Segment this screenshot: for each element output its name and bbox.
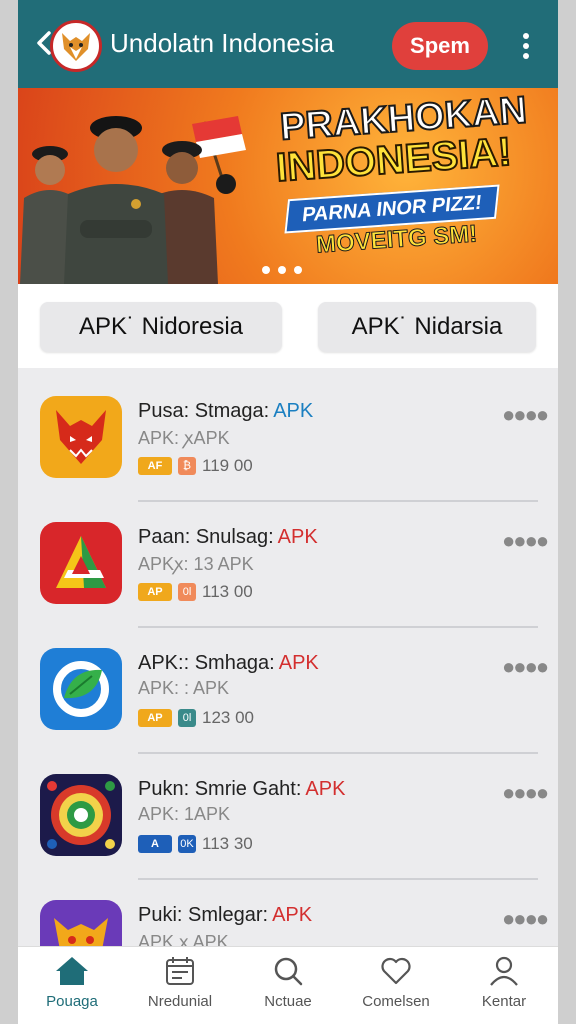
app-meta: AF ₿ 119 00 (138, 456, 253, 476)
carousel-dot[interactable] (262, 266, 270, 274)
home-icon (56, 957, 88, 985)
app-size: 119 00 (202, 456, 253, 475)
category-badge: 0l (178, 709, 196, 727)
app-meta: AP 0l 113 00 (138, 582, 253, 602)
spem-button[interactable]: Spem (392, 22, 488, 70)
purple-beast-app-icon (40, 900, 122, 946)
chip-apk-nidoresia[interactable]: APK˙ Nidoresia (40, 302, 282, 352)
list-item[interactable]: Paan: Snulsag: APK APKꭗ: 13 APK AP 0l 113… (18, 502, 558, 628)
heart-icon (381, 957, 411, 985)
carousel-dot[interactable] (294, 266, 302, 274)
nav-item-profile[interactable]: Kentar (450, 955, 558, 1021)
app-subtitle: APK: ꭗAPK (138, 428, 230, 448)
app-name: Paan: Snulsag: APK (138, 526, 318, 548)
nav-label: Kentar (481, 993, 527, 1010)
app-size: 113 30 (202, 834, 253, 853)
more-options-icon[interactable]: ●●●● (502, 402, 549, 428)
app-meta: A 0K 113 30 (138, 834, 253, 854)
bottom-navigation: Pouaga Nredunial Nctuae Comelsen Kentar (18, 946, 558, 1024)
app-meta: AP 0l 123 00 (138, 708, 254, 728)
circle-emblem-app-icon (40, 774, 122, 856)
nav-item-search[interactable]: Nctuae (234, 955, 342, 1021)
app-subtitle: APK: : APK (138, 678, 230, 698)
type-badge: AP (138, 583, 172, 601)
app-subtitle: APK ꭗ APK (138, 932, 229, 946)
list-item[interactable]: Puki: Smlegar: APK APK ꭗ APK ●●●● (18, 880, 558, 946)
nav-item-favorites[interactable]: Comelsen (342, 955, 450, 1021)
user-icon (490, 956, 518, 986)
list-item[interactable]: Pukn: Smrie Gaht: APK APK: 1APK A 0K 113 … (18, 754, 558, 880)
type-badge: A (138, 835, 172, 853)
type-badge: AP (138, 709, 172, 727)
kebab-menu-icon[interactable] (514, 30, 538, 62)
chip-apk-nidarsia[interactable]: APK˙ Nidarsia (318, 302, 536, 352)
app-subtitle: APK: 1APK (138, 804, 231, 824)
app-title: Undolatn Indonesia (110, 28, 335, 58)
more-options-icon[interactable]: ●●●● (502, 906, 549, 932)
nav-label: Nredunial (147, 993, 213, 1010)
search-icon (274, 957, 303, 986)
promo-banner[interactable]: PRAKHOKAN INDONESIA! PARNA INOR PIZZ! MO… (18, 88, 558, 284)
calendar-icon (166, 957, 194, 985)
type-badge: AF (138, 457, 172, 475)
app-size: 123 00 (202, 708, 254, 727)
app-list: Pusa: Stmaga: APK APK: ꭗAPK AF ₿ 119 00 ●… (18, 376, 558, 946)
triangle-a-app-icon (40, 522, 122, 604)
app-screen: Undolatn Indonesia Spem PRAKHOKAN INDONE… (18, 0, 558, 1024)
red-demon-app-icon (40, 396, 122, 478)
more-options-icon[interactable]: ●●●● (502, 780, 549, 806)
soldiers-illustration (20, 116, 246, 284)
carousel-indicator[interactable] (262, 266, 302, 274)
list-item[interactable]: Pusa: Stmaga: APK APK: ꭗAPK AF ₿ 119 00 ●… (18, 376, 558, 502)
app-name: APK:: Smhaga: APK (138, 652, 319, 674)
app-name: Puki: Smlegar: APK (138, 904, 313, 926)
green-leaf-app-icon (40, 648, 122, 730)
category-chips: APK˙ Nidoresia APK˙ Nidarsia (18, 284, 558, 368)
nav-label: Nctuae (264, 993, 312, 1010)
app-name: Pusa: Stmaga: APK (138, 400, 314, 422)
more-options-icon[interactable]: ●●●● (502, 528, 549, 554)
app-subtitle: APKꭗ: 13 APK (138, 554, 254, 574)
nav-item-home[interactable]: Pouaga (18, 955, 126, 1021)
category-badge: 0K (178, 835, 196, 853)
nav-item-calendar[interactable]: Nredunial (126, 955, 234, 1021)
fox-logo-icon (50, 20, 102, 72)
carousel-dot[interactable] (278, 266, 286, 274)
category-badge: 0l (178, 583, 196, 601)
top-app-bar: Undolatn Indonesia Spem (18, 0, 558, 88)
app-size: 113 00 (202, 582, 253, 601)
nav-label: Comelsen (362, 993, 430, 1010)
category-badge: ₿ (178, 457, 196, 475)
app-name: Pukn: Smrie Gaht: APK (138, 778, 346, 800)
list-item[interactable]: APK:: Smhaga: APK APK: : APK AP 0l 123 00… (18, 628, 558, 754)
more-options-icon[interactable]: ●●●● (502, 654, 549, 680)
nav-label: Pouaga (46, 993, 98, 1010)
